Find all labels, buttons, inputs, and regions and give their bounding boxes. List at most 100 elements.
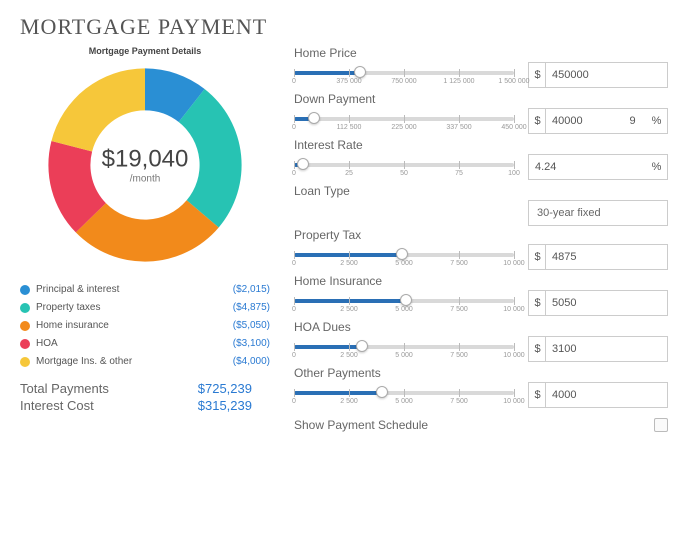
field-other: Other Payments02 5005 0007 50010 000$400… bbox=[294, 366, 668, 410]
slider-tick-label: 2 500 bbox=[340, 306, 358, 313]
slider-thumb[interactable] bbox=[400, 294, 412, 306]
slider-tick-label: 450 000 bbox=[501, 124, 526, 131]
slider-tick-label: 2 500 bbox=[340, 398, 358, 405]
input-prefix: $ bbox=[528, 62, 546, 88]
slider-tick-label: 0 bbox=[292, 170, 296, 177]
input-value[interactable]: 3100 bbox=[545, 336, 668, 362]
legend-value: ($3,100) bbox=[233, 338, 270, 349]
input-value[interactable]: 4875 bbox=[545, 244, 668, 270]
slider-tick-label: 5 000 bbox=[395, 306, 413, 313]
slider-tick-label: 2 500 bbox=[340, 260, 358, 267]
field-inputs: $5050 bbox=[528, 290, 668, 316]
input-suffix: % bbox=[646, 154, 668, 180]
totals: Total Payments $725,239 Interest Cost$315,… bbox=[20, 381, 270, 413]
slider-tick-label: 5 000 bbox=[395, 398, 413, 405]
slider[interactable]: 0375 000750 0001 125 0001 500 000 bbox=[294, 66, 514, 90]
input-value[interactable]: 4.24 bbox=[528, 154, 647, 180]
slider-tick-label: 0 bbox=[292, 352, 296, 359]
field-hoa: HOA Dues02 5005 0007 50010 000$3100 bbox=[294, 320, 668, 364]
slider-tick-label: 7 500 bbox=[450, 306, 468, 313]
show-payment-schedule-checkbox[interactable] bbox=[654, 418, 668, 432]
slider-tick-label: 0 bbox=[292, 78, 296, 85]
totals-label: Total Payments bbox=[20, 381, 109, 396]
legend-value: ($5,050) bbox=[233, 320, 270, 331]
slider-thumb[interactable] bbox=[297, 158, 309, 170]
field-property-tax: Property Tax02 5005 0007 50010 000$4875 bbox=[294, 228, 668, 272]
slider-tick-label: 50 bbox=[400, 170, 408, 177]
slider[interactable]: 02 5005 0007 50010 000 bbox=[294, 386, 514, 410]
slider[interactable]: 0112 500225 000337 500450 000 bbox=[294, 112, 514, 136]
page-title: MORTGAGE PAYMENT bbox=[20, 14, 660, 40]
field-label: Interest Rate bbox=[294, 138, 514, 152]
legend-label: HOA bbox=[36, 338, 233, 349]
donut-slice bbox=[51, 68, 145, 151]
main-layout: Mortgage Payment Details $19,040 /month … bbox=[20, 46, 660, 432]
slider[interactable]: 0255075100 bbox=[294, 158, 514, 182]
legend-swatch bbox=[20, 339, 30, 349]
slider-thumb[interactable] bbox=[354, 66, 366, 78]
slider-tick-label: 7 500 bbox=[450, 398, 468, 405]
per-month-label: /month bbox=[102, 174, 189, 185]
input-value[interactable]: 40000 bbox=[545, 108, 620, 134]
field-inputs: 4.24% bbox=[528, 154, 668, 180]
field-interest-rate: Interest Rate 0255075100 4.24% bbox=[294, 138, 668, 182]
input-prefix: $ bbox=[528, 290, 546, 316]
slider-thumb[interactable] bbox=[396, 248, 408, 260]
slider-thumb[interactable] bbox=[356, 340, 368, 352]
slider-ticks bbox=[294, 69, 514, 77]
donut-center: $19,040 /month bbox=[102, 146, 189, 185]
legend-label: Home insurance bbox=[36, 320, 233, 331]
slider-tick-label: 750 000 bbox=[391, 78, 416, 85]
totals-row: Interest Cost$315,239 bbox=[20, 398, 270, 413]
slider-tick-label: 10 000 bbox=[503, 398, 524, 405]
slider-tick-label: 0 bbox=[292, 306, 296, 313]
legend-row: Mortgage Ins. & other($4,000) bbox=[20, 356, 270, 367]
summary-panel: Mortgage Payment Details $19,040 /month … bbox=[20, 46, 270, 432]
slider-tick-label: 10 000 bbox=[503, 306, 524, 313]
totals-row: Total Payments $725,239 bbox=[20, 381, 270, 396]
input-value[interactable]: 4000 bbox=[545, 382, 668, 408]
legend-row: Home insurance($5,050) bbox=[20, 320, 270, 331]
input-prefix: $ bbox=[528, 108, 546, 134]
slider[interactable]: 02 5005 0007 50010 000 bbox=[294, 340, 514, 364]
legend-row: HOA($3,100) bbox=[20, 338, 270, 349]
slider-tick-label: 5 000 bbox=[395, 260, 413, 267]
input-suffix: % bbox=[646, 108, 668, 134]
input-prefix: $ bbox=[528, 244, 546, 270]
loan-type-select[interactable]: 30-year fixed bbox=[528, 200, 668, 226]
legend-label: Mortgage Ins. & other bbox=[36, 356, 233, 367]
totals-value: $315,239 bbox=[198, 398, 270, 413]
legend-swatch bbox=[20, 357, 30, 367]
slider[interactable]: 02 5005 0007 50010 000 bbox=[294, 248, 514, 272]
totals-value: $725,239 bbox=[198, 381, 270, 396]
legend-value: ($2,015) bbox=[233, 284, 270, 295]
field-home-price: Home Price0375 000750 0001 125 0001 500 … bbox=[294, 46, 668, 90]
field-label: Other Payments bbox=[294, 366, 514, 380]
slider-tick-label: 7 500 bbox=[450, 260, 468, 267]
legend-value: ($4,875) bbox=[233, 302, 270, 313]
field-label: Home Price bbox=[294, 46, 514, 60]
slider[interactable]: 02 5005 0007 50010 000 bbox=[294, 294, 514, 318]
legend-swatch bbox=[20, 303, 30, 313]
input-value[interactable]: 5050 bbox=[545, 290, 668, 316]
legend-swatch bbox=[20, 285, 30, 295]
legend: Principal & interest($2,015)Property tax… bbox=[20, 284, 270, 367]
field-down-payment: Down Payment 0112 500225 000337 500450 00… bbox=[294, 92, 668, 136]
input-percent-value[interactable]: 9 bbox=[619, 108, 647, 134]
field-label: HOA Dues bbox=[294, 320, 514, 334]
input-value[interactable]: 450000 bbox=[545, 62, 668, 88]
slider-tick-label: 10 000 bbox=[503, 352, 524, 359]
field-inputs: $400009% bbox=[528, 108, 668, 134]
legend-label: Property taxes bbox=[36, 302, 233, 313]
slider-tick-label: 0 bbox=[292, 260, 296, 267]
slider-ticks bbox=[294, 343, 514, 351]
legend-swatch bbox=[20, 321, 30, 331]
slider-thumb[interactable] bbox=[376, 386, 388, 398]
slider-thumb[interactable] bbox=[308, 112, 320, 124]
monthly-amount: $19,040 bbox=[102, 146, 189, 174]
slider-ticks bbox=[294, 389, 514, 397]
slider-tick-label: 1 125 000 bbox=[443, 78, 474, 85]
field-label: Down Payment bbox=[294, 92, 514, 106]
field-inputs: $450000 bbox=[528, 62, 668, 88]
slider-ticks bbox=[294, 161, 514, 169]
